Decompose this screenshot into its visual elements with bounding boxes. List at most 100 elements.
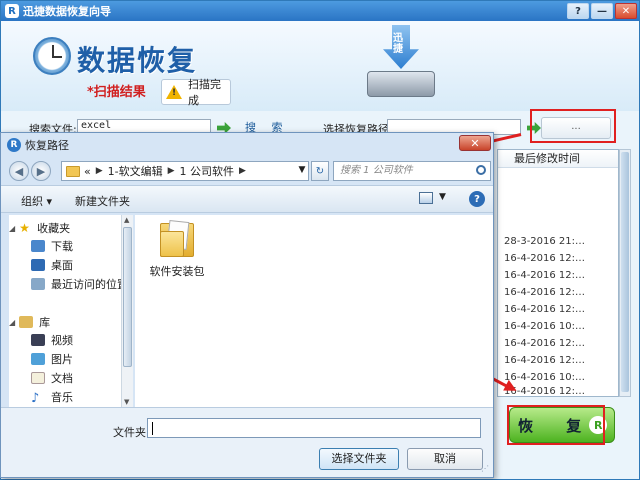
list-item[interactable]: 16-4-2016 10:… [504, 372, 585, 383]
scan-status-text: 扫描完成 [188, 78, 221, 107]
star-icon: ★ [19, 221, 30, 235]
chevron-down-icon[interactable]: ▼ [439, 192, 446, 202]
title-bar: R 迅捷数据恢复向导 ? — ✕ [1, 1, 639, 21]
document-icon [31, 372, 45, 384]
address-row: ◀ ▶ « ▶ 1-软文编辑 ▶ 1 公司软件 ▶ ▼ ↻ 搜索 1 公司软件 [5, 159, 491, 183]
close-button[interactable]: ✕ [615, 3, 637, 19]
nav-label: 收藏夹 [37, 222, 71, 235]
nav-item-videos[interactable]: 视频 [31, 331, 73, 349]
results-list[interactable]: 最后修改时间 28-3-2016 21:… 16-4-2016 12:… 16-… [497, 149, 619, 397]
scroll-down-icon[interactable]: ▼ [124, 398, 129, 406]
video-icon [31, 334, 45, 346]
chevron-right-icon: ▶ [167, 166, 175, 176]
scroll-thumb[interactable] [123, 227, 132, 367]
warning-icon: ! [166, 85, 182, 99]
cancel-button[interactable]: 取消 [407, 448, 483, 470]
app-header: 数据恢复 *扫描结果 ! 扫描完成 迅捷 [1, 21, 639, 111]
expand-icon[interactable]: ◢ [9, 318, 15, 327]
page-title: 数据恢复 [77, 44, 198, 77]
nav-label: 最近访问的位置 [51, 278, 121, 291]
expand-icon[interactable]: ◢ [9, 224, 15, 233]
nav-pane-scrollbar[interactable]: ▲ ▼ [121, 215, 133, 407]
nav-label: 图片 [51, 353, 73, 366]
forward-button[interactable]: ▶ [31, 161, 51, 181]
desktop-icon [31, 259, 45, 271]
list-item[interactable]: 16-4-2016 10:… [504, 321, 585, 332]
breadcrumb-overflow[interactable]: « [84, 165, 91, 178]
back-button[interactable]: ◀ [9, 161, 29, 181]
nav-item-documents[interactable]: 文档 [31, 369, 73, 387]
download-folder-icon [31, 240, 45, 252]
scan-result-label: *扫描结果 [87, 85, 146, 100]
nav-label: 库 [39, 316, 51, 329]
list-item[interactable]: 16-4-2016 12:… [504, 270, 585, 281]
list-item[interactable]: 28-3-2016 21:… [504, 236, 585, 247]
select-folder-button[interactable]: 选择文件夹 [319, 448, 399, 470]
nav-item-recent[interactable]: 最近访问的位置 [31, 275, 121, 293]
nav-label: 视频 [51, 334, 73, 347]
folder-field-label: 文件夹: [113, 426, 150, 439]
clock-icon [33, 37, 71, 75]
breadcrumb-item[interactable]: 1-软文编辑 [108, 163, 163, 179]
nav-item-pictures[interactable]: 图片 [31, 350, 73, 368]
dialog-logo-icon: R [7, 138, 21, 152]
chevron-right-icon: ▶ [95, 166, 103, 176]
dialog-toolbar: 组织 ▾ 新建文件夹 ▼ ? [1, 185, 493, 213]
folder-icon [160, 220, 194, 257]
chevron-down-icon[interactable]: ▼ [295, 161, 309, 179]
new-folder-button[interactable]: 新建文件夹 [75, 193, 130, 209]
column-header-modified-time[interactable]: 最后修改时间 [498, 150, 618, 168]
nav-item-downloads[interactable]: 下载 [31, 237, 73, 255]
list-item[interactable]: 16-4-2016 12:… [504, 253, 585, 264]
drive-label: 迅捷 [393, 33, 403, 55]
list-item[interactable]: 16-4-2016 12:… [504, 304, 585, 315]
nav-libraries[interactable]: ◢ 库 [9, 313, 50, 331]
nav-label: 音乐 [51, 391, 73, 404]
nav-item-desktop[interactable]: 桌面 [31, 256, 73, 274]
folder-input[interactable] [147, 418, 481, 438]
nav-label: 下载 [51, 240, 73, 253]
recover-highlight-box [507, 405, 605, 445]
app-logo-icon: R [5, 4, 19, 18]
breadcrumb[interactable]: « ▶ 1-软文编辑 ▶ 1 公司软件 ▶ [61, 161, 309, 181]
recent-places-icon [31, 278, 45, 290]
scroll-up-icon[interactable]: ▲ [124, 216, 129, 224]
scan-status-badge: ! 扫描完成 [161, 78, 231, 107]
list-item[interactable]: 16-4-2016 12:… [504, 355, 585, 366]
minimize-button[interactable]: — [591, 3, 613, 19]
folder-item[interactable]: 软件安装包 [149, 220, 205, 279]
file-list: 软件安装包 [135, 215, 493, 407]
text-caret [152, 422, 153, 435]
dialog-footer: 文件夹: 选择文件夹 取消 ⋰ [1, 407, 493, 477]
organize-button[interactable]: 组织 ▾ [21, 193, 52, 209]
library-icon [19, 316, 34, 328]
picture-icon [31, 353, 45, 365]
restore-path-dialog: R 恢复路径 ✕ ◀ ▶ « ▶ 1-软文编辑 ▶ 1 公司软件 ▶ ▼ ↻ 搜… [0, 132, 494, 478]
folder-icon [66, 165, 80, 177]
folder-search-input[interactable]: 搜索 1 公司软件 [333, 161, 491, 181]
dialog-title: 恢复路径 [25, 139, 69, 152]
nav-favorites[interactable]: ◢ ★ 收藏夹 [9, 219, 70, 237]
browse-highlight-box [530, 109, 616, 143]
view-icon[interactable] [419, 192, 433, 204]
list-item[interactable]: 16-4-2016 12:… [504, 287, 585, 298]
dialog-close-button[interactable]: ✕ [459, 135, 491, 151]
help-icon[interactable]: ? [469, 191, 485, 207]
music-icon: ♪ [31, 391, 40, 406]
results-scrollbar[interactable] [619, 149, 631, 397]
list-item[interactable]: 16-4-2016 12:… [504, 338, 585, 349]
nav-label: 桌面 [51, 259, 73, 272]
navigation-pane: ◢ ★ 收藏夹 下载 桌面 最近访问的位置 ◢ 库 视频 图片 文档 ♪ 音乐 [9, 215, 121, 407]
dialog-title-bar: R 恢复路径 [1, 133, 493, 157]
hard-drive-icon: 迅捷 [361, 25, 441, 105]
resize-grip-icon[interactable]: ⋰ [481, 464, 489, 473]
breadcrumb-item[interactable]: 1 公司软件 [180, 163, 235, 179]
help-button[interactable]: ? [567, 3, 589, 19]
folder-item-label: 软件安装包 [149, 265, 205, 278]
refresh-button[interactable]: ↻ [311, 161, 329, 181]
chevron-right-icon: ▶ [239, 166, 246, 176]
nav-item-music[interactable]: ♪ 音乐 [31, 388, 73, 406]
window-title: 迅捷数据恢复向导 [23, 5, 111, 18]
search-placeholder: 搜索 1 公司软件 [340, 165, 413, 176]
search-icon [476, 165, 486, 175]
